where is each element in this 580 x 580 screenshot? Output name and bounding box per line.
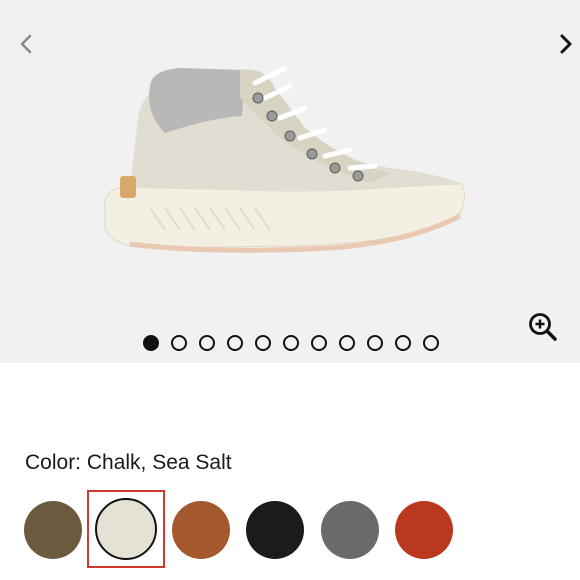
chevron-left-icon bbox=[20, 34, 32, 54]
color-swatch-chalk-selected[interactable] bbox=[87, 490, 165, 568]
product-image-gallery bbox=[0, 0, 580, 363]
color-swatch-red[interactable] bbox=[395, 501, 453, 559]
pagination-dot[interactable] bbox=[283, 335, 299, 351]
zoom-button[interactable] bbox=[527, 311, 559, 343]
product-image[interactable] bbox=[90, 58, 470, 268]
pagination-dot[interactable] bbox=[227, 335, 243, 351]
previous-image-button[interactable] bbox=[12, 30, 40, 58]
zoom-in-icon bbox=[529, 313, 557, 341]
pagination-dot[interactable] bbox=[423, 335, 439, 351]
pagination-dot[interactable] bbox=[171, 335, 187, 351]
next-image-button[interactable] bbox=[552, 30, 580, 58]
color-swatch-black[interactable] bbox=[246, 501, 304, 559]
pagination-dot[interactable] bbox=[367, 335, 383, 351]
chevron-right-icon bbox=[560, 34, 572, 54]
color-swatch-grey[interactable] bbox=[321, 501, 379, 559]
pagination-dot[interactable] bbox=[143, 335, 159, 351]
color-swatch-olive-brown[interactable] bbox=[24, 501, 82, 559]
pagination-dot[interactable] bbox=[255, 335, 271, 351]
selected-color-label: Color: Chalk, Sea Salt bbox=[25, 451, 232, 474]
pagination-dot[interactable] bbox=[395, 335, 411, 351]
color-swatch-chalk bbox=[95, 498, 157, 560]
pagination-dot[interactable] bbox=[311, 335, 327, 351]
pagination-dot[interactable] bbox=[339, 335, 355, 351]
color-swatch-rust-brown[interactable] bbox=[172, 501, 230, 559]
pagination-dot[interactable] bbox=[199, 335, 215, 351]
